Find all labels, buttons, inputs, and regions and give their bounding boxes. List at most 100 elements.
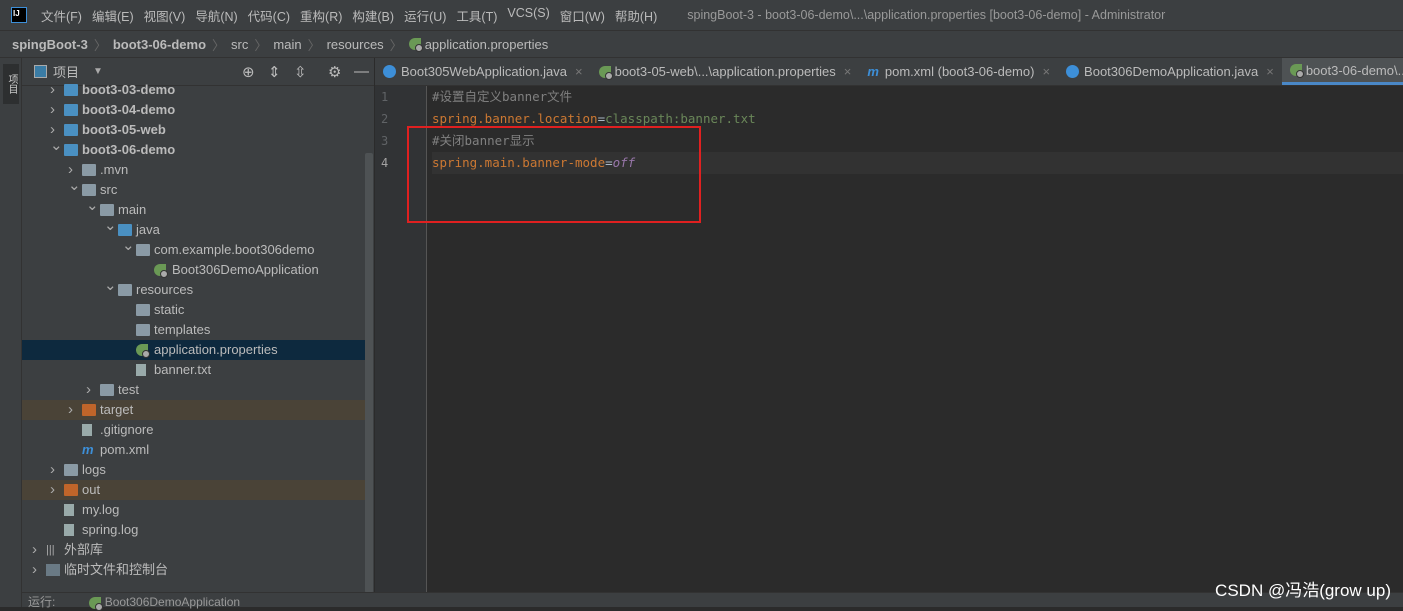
tree-item-label: .gitignore — [100, 422, 154, 437]
close-icon[interactable]: × — [844, 64, 852, 79]
chevron-down-icon[interactable]: ⌄ — [122, 236, 135, 256]
tree-item-label: static — [154, 302, 185, 317]
chevron-down-icon[interactable]: ⌄ — [86, 196, 99, 216]
resources-folder-icon — [118, 284, 132, 296]
project-tree: › boot3-03-demo › boot3-04-demo › boot3-05-we… — [22, 80, 365, 580]
spring-class-icon — [154, 264, 168, 278]
expand-all-icon[interactable]: ⇕ — [268, 63, 281, 81]
folder-icon — [82, 184, 96, 196]
menu-bar: IJ 文件(F) 编辑(E) 视图(V) 导航(N) 代码(C) 重构(R) 构建(B) 运行… — [0, 0, 1403, 30]
chevron-right-icon[interactable]: › — [68, 400, 73, 420]
menu-item[interactable]: 构建(B) — [352, 6, 394, 25]
close-icon[interactable]: × — [1266, 64, 1274, 79]
window-title: spingBoot-3 - boot3-06-demo\...\applicat… — [687, 8, 1166, 22]
locate-icon[interactable]: ⊕ — [242, 63, 255, 81]
chevron-right-icon[interactable]: › — [50, 100, 55, 120]
tree-item-label: resources — [136, 282, 194, 297]
tree-item[interactable]: banner.txt — [22, 360, 365, 380]
tree-item[interactable]: › 临时文件和控制台 — [22, 560, 365, 580]
menu-item[interactable]: 工具(T) — [456, 6, 497, 25]
breadcrumb-item[interactable]: resources — [327, 37, 384, 52]
chevron-right-icon[interactable]: › — [32, 560, 37, 580]
menu-item[interactable]: 视图(V) — [144, 6, 186, 25]
tree-item[interactable]: › boot3-04-demo — [22, 100, 365, 120]
breadcrumb-item[interactable]: boot3-06-demo — [113, 37, 206, 52]
chevron-right-icon[interactable]: › — [86, 380, 91, 400]
editor-tab-label: boot3-06-demo\...\application.properties — [1305, 62, 1403, 78]
spring-properties-icon — [1289, 64, 1304, 78]
tree-item[interactable]: › target — [22, 400, 365, 420]
menu-item[interactable]: 导航(N) — [195, 6, 237, 25]
chevron-down-icon[interactable]: ⌄ — [104, 276, 117, 296]
editor-tab[interactable]: boot3-06-demo\...\application.properties — [1281, 58, 1403, 85]
menu-item[interactable]: 文件(F) — [41, 6, 82, 25]
close-icon[interactable]: × — [575, 64, 583, 79]
tree-item-label: out — [82, 482, 101, 497]
tree-item[interactable]: application.properties — [22, 340, 365, 360]
tree-item-label: templates — [154, 322, 211, 337]
tree-item[interactable]: ⌄ resources — [22, 277, 365, 300]
chevron-right-icon[interactable]: › — [50, 80, 55, 100]
comment: #设置自定义banner文件 — [432, 89, 573, 104]
menu-item[interactable]: 编辑(E) — [92, 6, 134, 25]
tree-item[interactable]: › boot3-05-web — [22, 120, 365, 140]
folder-icon — [82, 164, 96, 176]
editor-tab-label: Boot305WebApplication.java — [401, 64, 567, 79]
tree-item[interactable]: ⌄ main — [22, 197, 365, 220]
menu-item[interactable]: VCS(S) — [507, 6, 549, 25]
project-panel-title[interactable]: 项目 — [53, 62, 79, 81]
chevron-right-icon[interactable]: › — [32, 540, 37, 560]
tree-item[interactable]: templates — [22, 320, 365, 340]
tree-item[interactable]: spring.log — [22, 520, 365, 540]
project-tool-tab[interactable]: 项目 — [3, 64, 19, 104]
tree-item[interactable]: ⌄ com.example.boot306demo — [22, 237, 365, 260]
menu-item[interactable]: 帮助(H) — [615, 6, 657, 25]
tree-item-label: spring.log — [82, 522, 139, 537]
breadcrumb-item[interactable]: spingBoot-3 — [12, 37, 88, 52]
code-line[interactable]: #设置自定义banner文件 — [432, 86, 1403, 108]
tree-item[interactable]: › logs — [22, 460, 365, 480]
tree-item[interactable]: › test — [22, 380, 365, 400]
equals-sign: = — [597, 111, 606, 126]
tree-item[interactable]: m pom.xml — [22, 440, 365, 460]
editor-tab[interactable]: Boot305WebApplication.java × — [375, 58, 591, 85]
chevron-down-icon[interactable]: ▼ — [93, 66, 103, 77]
breadcrumb: spingBoot-3 〉 boot3-06-demo 〉 src 〉 main 〉 resou… — [0, 30, 1403, 58]
menu-item[interactable]: 重构(R) — [300, 6, 342, 25]
tree-item[interactable]: ⌄ src — [22, 177, 365, 200]
chevron-right-icon[interactable]: › — [50, 480, 55, 500]
tree-item-label: banner.txt — [154, 362, 212, 377]
menu-item[interactable]: 运行(U) — [404, 6, 446, 25]
tree-item[interactable]: ⌄ boot3-06-demo — [22, 137, 365, 160]
breadcrumb-item[interactable]: main — [273, 37, 301, 52]
editor-tab[interactable]: Boot306DemoApplication.java × — [1058, 58, 1282, 85]
breadcrumb-item[interactable]: application.properties — [425, 37, 549, 52]
tree-item[interactable]: › ||| 外部库 — [22, 540, 365, 560]
editor-tab[interactable]: m pom.xml (boot3-06-demo) × — [859, 58, 1058, 85]
chevron-down-icon[interactable]: ⌄ — [50, 136, 63, 156]
spring-properties-icon — [136, 344, 150, 358]
chevron-right-icon[interactable]: › — [50, 460, 55, 480]
tree-item[interactable]: .gitignore — [22, 420, 365, 440]
tree-item[interactable]: ⌄ java — [22, 217, 365, 240]
gear-icon[interactable]: ⚙ — [328, 63, 341, 81]
collapse-all-icon[interactable]: ⇳ — [294, 63, 307, 81]
tree-item-label: application.properties — [154, 342, 278, 357]
tree-item[interactable]: › out — [22, 480, 365, 500]
spring-properties-icon — [598, 65, 613, 80]
menu-item[interactable]: 窗口(W) — [560, 6, 605, 25]
tree-scrollbar[interactable] — [365, 153, 373, 593]
editor-tab[interactable]: boot3-05-web\...\application.properties × — [591, 58, 860, 85]
chevron-down-icon[interactable]: ⌄ — [68, 176, 81, 196]
tree-item[interactable]: Boot306DemoApplication — [22, 260, 365, 280]
minimize-icon[interactable]: — — [354, 63, 369, 80]
chevron-down-icon[interactable]: ⌄ — [104, 216, 117, 236]
tree-item[interactable]: static — [22, 300, 365, 320]
close-icon[interactable]: × — [1042, 64, 1050, 79]
tree-item[interactable]: › boot3-03-demo — [22, 80, 365, 100]
breadcrumb-item[interactable]: src — [231, 37, 248, 52]
line-number: 1 — [381, 90, 389, 104]
scratches-icon — [46, 564, 60, 576]
tree-item[interactable]: my.log — [22, 500, 365, 520]
menu-item[interactable]: 代码(C) — [248, 6, 290, 25]
